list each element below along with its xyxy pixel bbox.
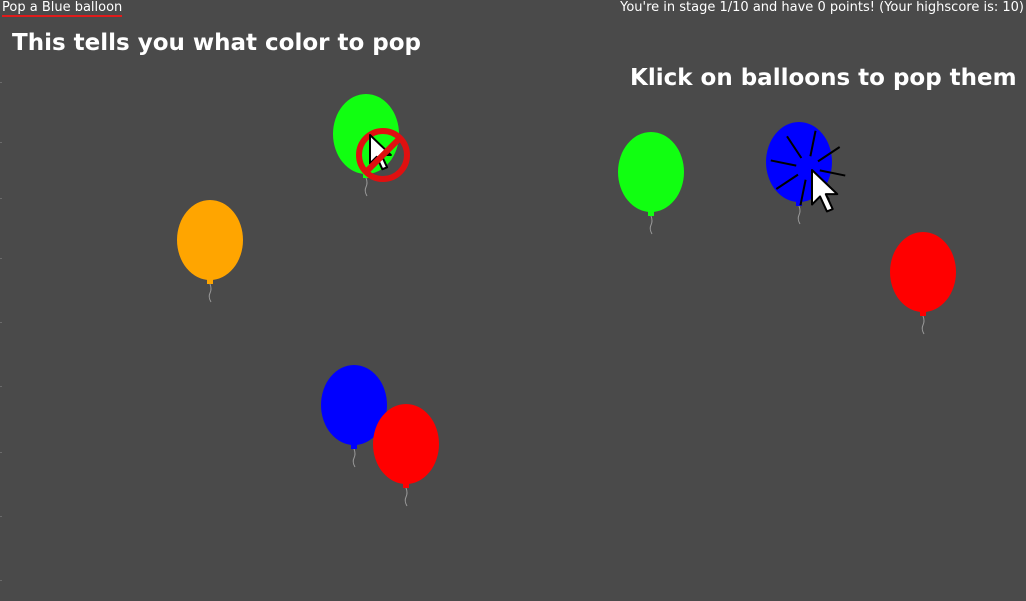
balloon-red[interactable] bbox=[890, 232, 956, 335]
edge-tick bbox=[0, 258, 2, 259]
balloon-string bbox=[649, 215, 653, 235]
color-hint-text: This tells you what color to pop bbox=[12, 30, 422, 56]
click-hint-text: Klick on balloons to pop them bbox=[630, 65, 1017, 91]
balloon-string bbox=[208, 283, 212, 303]
balloon-string bbox=[352, 448, 356, 468]
edge-tick bbox=[0, 516, 2, 517]
balloon-green[interactable] bbox=[618, 132, 684, 235]
balloon-string bbox=[364, 177, 368, 197]
balloon-blue[interactable] bbox=[766, 122, 832, 225]
balloon-orange[interactable] bbox=[177, 200, 243, 303]
game-stage: Pop a Blue balloon You're in stage 1/10 … bbox=[0, 0, 1026, 601]
edge-tick bbox=[0, 452, 2, 453]
edge-tick bbox=[0, 322, 2, 323]
balloon-body[interactable] bbox=[890, 232, 956, 312]
edge-tick bbox=[0, 198, 2, 199]
balloon-body[interactable] bbox=[618, 132, 684, 212]
balloon-string bbox=[797, 205, 801, 225]
balloon-string bbox=[404, 487, 408, 507]
edge-tick bbox=[0, 142, 2, 143]
balloon-body[interactable] bbox=[373, 404, 439, 484]
edge-tick bbox=[0, 580, 2, 581]
balloon-red[interactable] bbox=[373, 404, 439, 507]
balloon-string bbox=[921, 315, 925, 335]
edge-tick bbox=[0, 386, 2, 387]
balloon-body[interactable] bbox=[177, 200, 243, 280]
edge-tick bbox=[0, 82, 2, 83]
